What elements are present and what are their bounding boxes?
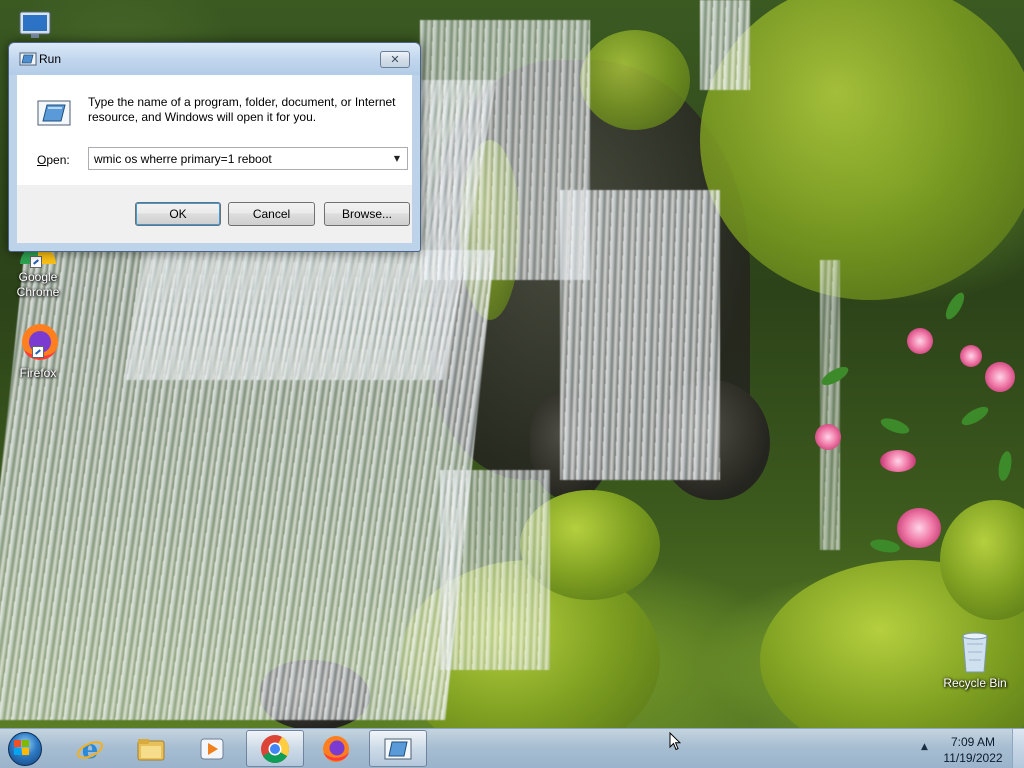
shortcut-arrow-icon [32, 346, 44, 358]
firefox-icon [16, 320, 60, 364]
computer-icon[interactable] [16, 10, 60, 44]
open-label: Open: [37, 153, 70, 167]
firefox-icon [321, 734, 351, 764]
taskbar-item-run[interactable] [369, 730, 427, 767]
clock-time: 7:09 AM [950, 735, 996, 749]
taskbar-item-firefox[interactable] [307, 730, 365, 767]
open-input[interactable] [89, 148, 385, 169]
start-button[interactable] [4, 731, 48, 767]
run-titlebar[interactable]: Run ✕ [9, 43, 420, 75]
open-label-text: pen: [46, 153, 70, 167]
mouse-cursor-icon [669, 732, 681, 751]
desktop-icon-chrome[interactable]: Google Chrome [0, 250, 76, 300]
taskbar-item-chrome[interactable] [246, 730, 304, 767]
file-explorer-icon [136, 734, 166, 764]
run-icon [383, 734, 413, 764]
chrome-icon [16, 250, 60, 294]
media-player-icon [197, 734, 227, 764]
clock-date: 11/19/2022 [943, 751, 1003, 765]
desktop-icon-firefox[interactable]: Firefox [0, 320, 76, 381]
desktop-icon-label: Firefox [19, 366, 57, 380]
desktop-icon-recycle-bin[interactable]: Recycle Bin [937, 630, 1013, 691]
run-description: Type the name of a program, folder, docu… [88, 95, 396, 124]
run-dialog: Run ✕ Type the name of a program, folder… [8, 42, 421, 252]
shortcut-arrow-icon [30, 256, 42, 268]
taskbar-item-media-player[interactable] [183, 730, 241, 767]
chrome-icon [260, 734, 290, 764]
chevron-down-icon[interactable]: ▼ [387, 148, 407, 169]
open-combobox[interactable]: ▼ [88, 147, 408, 170]
show-hidden-icons-button[interactable]: ▲ [921, 742, 928, 752]
run-icon [37, 99, 71, 127]
desktop-icon-label: Recycle Bin [943, 676, 1007, 690]
run-button-bar: OK Cancel Browse... [17, 185, 412, 243]
taskbar: e ▲ 7:09 AM 11/19/2022 [0, 728, 1024, 768]
close-icon: ✕ [390, 53, 400, 66]
show-desktop-button[interactable] [1012, 729, 1024, 768]
ok-button[interactable]: OK [135, 202, 221, 226]
taskbar-item-internet-explorer[interactable]: e [61, 730, 119, 767]
taskbar-item-file-explorer[interactable] [122, 730, 180, 767]
system-clock[interactable]: 7:09 AM 11/19/2022 [938, 734, 1008, 766]
cancel-button[interactable]: Cancel [228, 202, 315, 226]
run-icon [19, 52, 37, 66]
open-label-accelerator: O [37, 153, 47, 167]
windows-logo-icon [14, 740, 30, 756]
close-button[interactable]: ✕ [380, 51, 410, 68]
run-title: Run [39, 52, 62, 66]
internet-explorer-icon: e [75, 734, 105, 765]
run-body: Type the name of a program, folder, docu… [17, 75, 412, 185]
svg-text:e: e [82, 735, 99, 764]
browse-button[interactable]: Browse... [324, 202, 410, 226]
recycle-bin-icon [953, 630, 997, 674]
